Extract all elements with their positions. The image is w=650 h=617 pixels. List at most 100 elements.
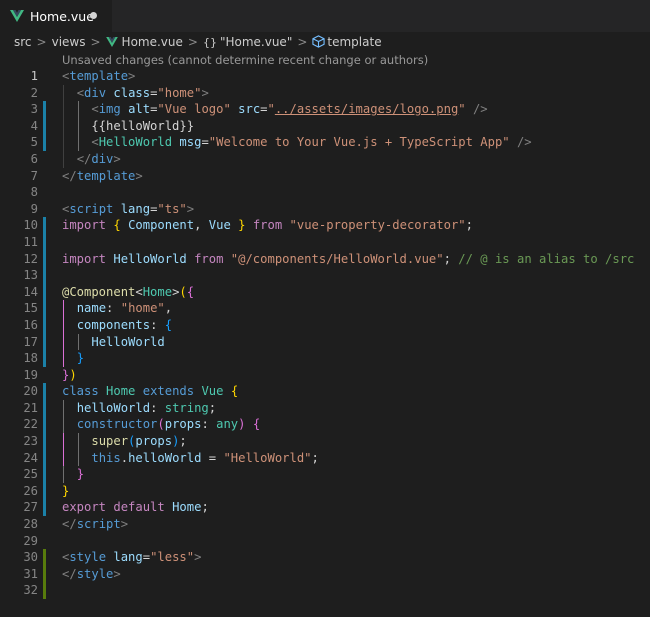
breadcrumb-item-file[interactable]: Home.vue — [105, 35, 183, 49]
code-text: class Home extends Vue { — [62, 383, 238, 400]
code-line[interactable]: 8 — [0, 184, 650, 201]
modified-lines-indicator[interactable] — [43, 449, 46, 467]
code-editor[interactable]: 1 <template> 2 <div class="home"> 3 <img al… — [0, 68, 650, 599]
code-line[interactable]: 1 <template> — [0, 68, 650, 85]
code-line[interactable]: 27 export default Home; — [0, 499, 650, 517]
code-line[interactable]: 29 — [0, 533, 650, 550]
code-line[interactable]: 6 </div> — [0, 150, 650, 168]
line-number: 32 — [23, 583, 38, 598]
code-token: Home — [172, 500, 202, 515]
modified-lines-indicator[interactable] — [43, 383, 46, 400]
codelens-annotation[interactable]: Unsaved changes (cannot determine recent… — [62, 53, 428, 67]
modified-lines-indicator[interactable] — [43, 267, 46, 284]
code-line[interactable]: 10 import { Component, Vue } from "vue-pr… — [0, 217, 650, 234]
line-number: 14 — [23, 284, 38, 299]
breadcrumb-item-views[interactable]: views — [52, 35, 86, 49]
modified-lines-indicator[interactable] — [43, 482, 46, 500]
code-line[interactable]: 12 import HelloWorld from "@/components/H… — [0, 250, 650, 268]
code-line[interactable]: 21 helloWorld: string; — [0, 399, 650, 417]
modified-lines-indicator[interactable] — [43, 117, 46, 135]
code-line[interactable]: 25 } — [0, 466, 650, 483]
modified-lines-indicator[interactable] — [43, 350, 46, 367]
code-line[interactable]: 23 super(props); — [0, 433, 650, 450]
code-line[interactable]: 17 HelloWorld — [0, 333, 650, 351]
modified-lines-indicator[interactable] — [43, 134, 46, 151]
code-line[interactable]: 7 </template> — [0, 168, 650, 185]
line-number: 13 — [23, 268, 38, 283]
line-number: 5 — [30, 135, 38, 150]
line-number: 10 — [23, 218, 38, 233]
line-number: 19 — [23, 367, 38, 382]
line-number: 27 — [23, 500, 38, 515]
breadcrumb-separator: > — [90, 35, 101, 49]
modified-lines-indicator[interactable] — [43, 250, 46, 268]
code-line[interactable]: 13 — [0, 267, 650, 284]
code-line[interactable]: 9 <script lang="ts"> — [0, 201, 650, 218]
modified-lines-indicator[interactable] — [43, 466, 46, 483]
modified-lines-indicator[interactable] — [43, 283, 46, 301]
code-text: helloWorld: string; — [62, 400, 216, 417]
code-token: script — [76, 517, 121, 532]
code-token: { — [252, 417, 261, 432]
modified-lines-indicator[interactable] — [43, 399, 46, 417]
code-line[interactable]: 31 </style> — [0, 565, 650, 583]
code-token: } — [238, 218, 246, 233]
code-line[interactable]: 20 class Home extends Vue { — [0, 383, 650, 400]
code-line[interactable]: 11 — [0, 233, 650, 251]
code-token: = — [201, 135, 209, 150]
code-token: div — [84, 85, 107, 100]
code-token: lang — [120, 201, 151, 216]
code-token: constructor — [76, 417, 158, 432]
code-line[interactable]: 18 } — [0, 350, 650, 367]
code-line[interactable]: 19}) — [0, 367, 650, 384]
modified-lines-indicator[interactable] — [43, 433, 46, 450]
code-line[interactable]: 2 <div class="home"> — [0, 84, 650, 102]
editor-tab-home-vue[interactable]: Home.vue — [0, 0, 112, 32]
modified-lines-indicator[interactable] — [43, 233, 46, 251]
code-token: < — [76, 85, 85, 100]
modified-lines-indicator[interactable] — [43, 416, 46, 434]
modified-lines-indicator[interactable] — [43, 217, 46, 234]
code-token: super — [91, 434, 129, 449]
code-line[interactable]: 26} — [0, 482, 650, 500]
code-line[interactable]: 30 <style lang="less"> — [0, 549, 650, 566]
code-line[interactable]: 3 <img alt="Vue logo" src="../assets/ima… — [0, 101, 650, 118]
code-line[interactable]: 5 <HelloWorld msg="Welcome to Your Vue.j… — [0, 134, 650, 151]
code-token: lang — [113, 550, 143, 565]
modified-lines-indicator[interactable] — [43, 499, 46, 517]
code-line[interactable]: 4 {{helloWorld}} — [0, 117, 650, 135]
code-token: HelloWorld — [98, 135, 173, 150]
added-lines-indicator[interactable] — [43, 565, 46, 583]
modified-lines-indicator[interactable] — [43, 316, 46, 334]
breadcrumb-item-template[interactable]: template — [312, 35, 382, 49]
code-line[interactable]: 22 constructor(props: any) { — [0, 416, 650, 434]
code-line[interactable]: 28 </script> — [0, 516, 650, 533]
added-lines-indicator[interactable] — [43, 549, 46, 566]
code-token: ; — [465, 218, 473, 233]
unsaved-dot-icon[interactable] — [90, 12, 97, 19]
breadcrumb-item-module[interactable]: {} "Home.vue" — [203, 35, 292, 49]
editor-tab-bar: Home.vue — [0, 0, 650, 32]
breadcrumb-module-label: "Home.vue" — [219, 35, 293, 49]
breadcrumb-item-src[interactable]: src — [14, 35, 32, 49]
code-token: , — [194, 218, 209, 233]
modified-lines-indicator[interactable] — [43, 333, 46, 351]
code-line[interactable]: 16 components: { — [0, 316, 650, 334]
code-line[interactable]: 14 @Component<Home>({ — [0, 283, 650, 301]
line-number: 11 — [23, 234, 38, 249]
modified-lines-indicator[interactable] — [43, 300, 46, 317]
code-line[interactable]: 15 name: "home", — [0, 300, 650, 317]
code-line[interactable]: 24 this.helloWorld = "HelloWorld"; — [0, 449, 650, 467]
code-line[interactable]: 32 — [0, 582, 650, 599]
code-token: HelloWorld — [113, 251, 187, 266]
added-lines-indicator[interactable] — [43, 582, 46, 599]
modified-lines-indicator[interactable] — [43, 101, 46, 118]
